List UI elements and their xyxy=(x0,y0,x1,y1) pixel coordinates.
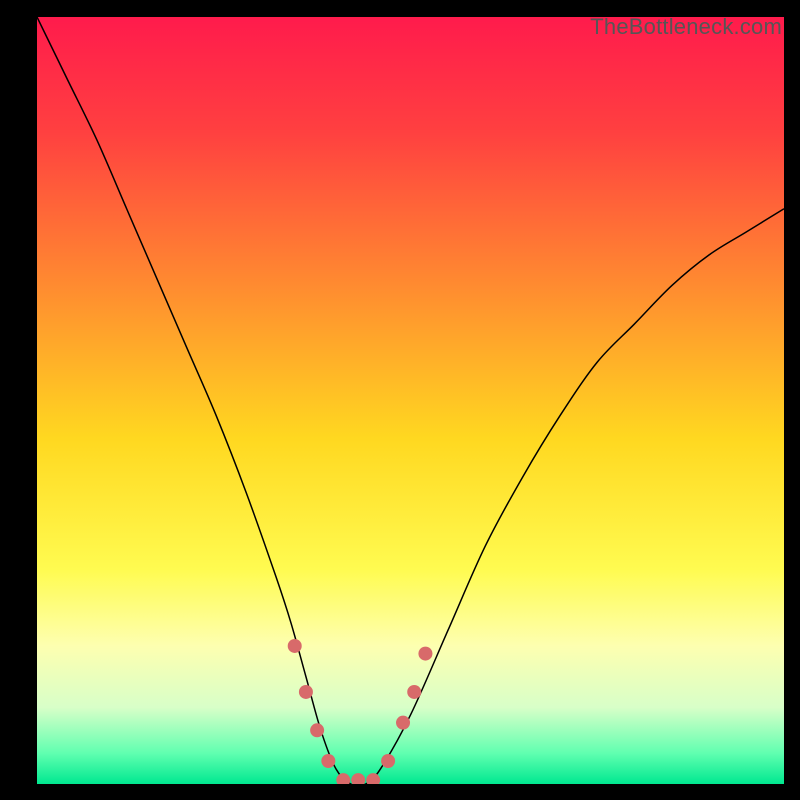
chart-container: TheBottleneck.com xyxy=(0,0,800,800)
marker-dot xyxy=(310,723,324,737)
plot-area xyxy=(37,17,784,784)
gradient-background xyxy=(37,17,784,784)
marker-dot xyxy=(381,754,395,768)
marker-dot xyxy=(407,685,421,699)
marker-dot xyxy=(299,685,313,699)
marker-dot xyxy=(321,754,335,768)
marker-dot xyxy=(418,647,432,661)
bottleneck-chart xyxy=(37,17,784,784)
watermark: TheBottleneck.com xyxy=(590,14,782,40)
marker-dot xyxy=(288,639,302,653)
marker-dot xyxy=(396,716,410,730)
